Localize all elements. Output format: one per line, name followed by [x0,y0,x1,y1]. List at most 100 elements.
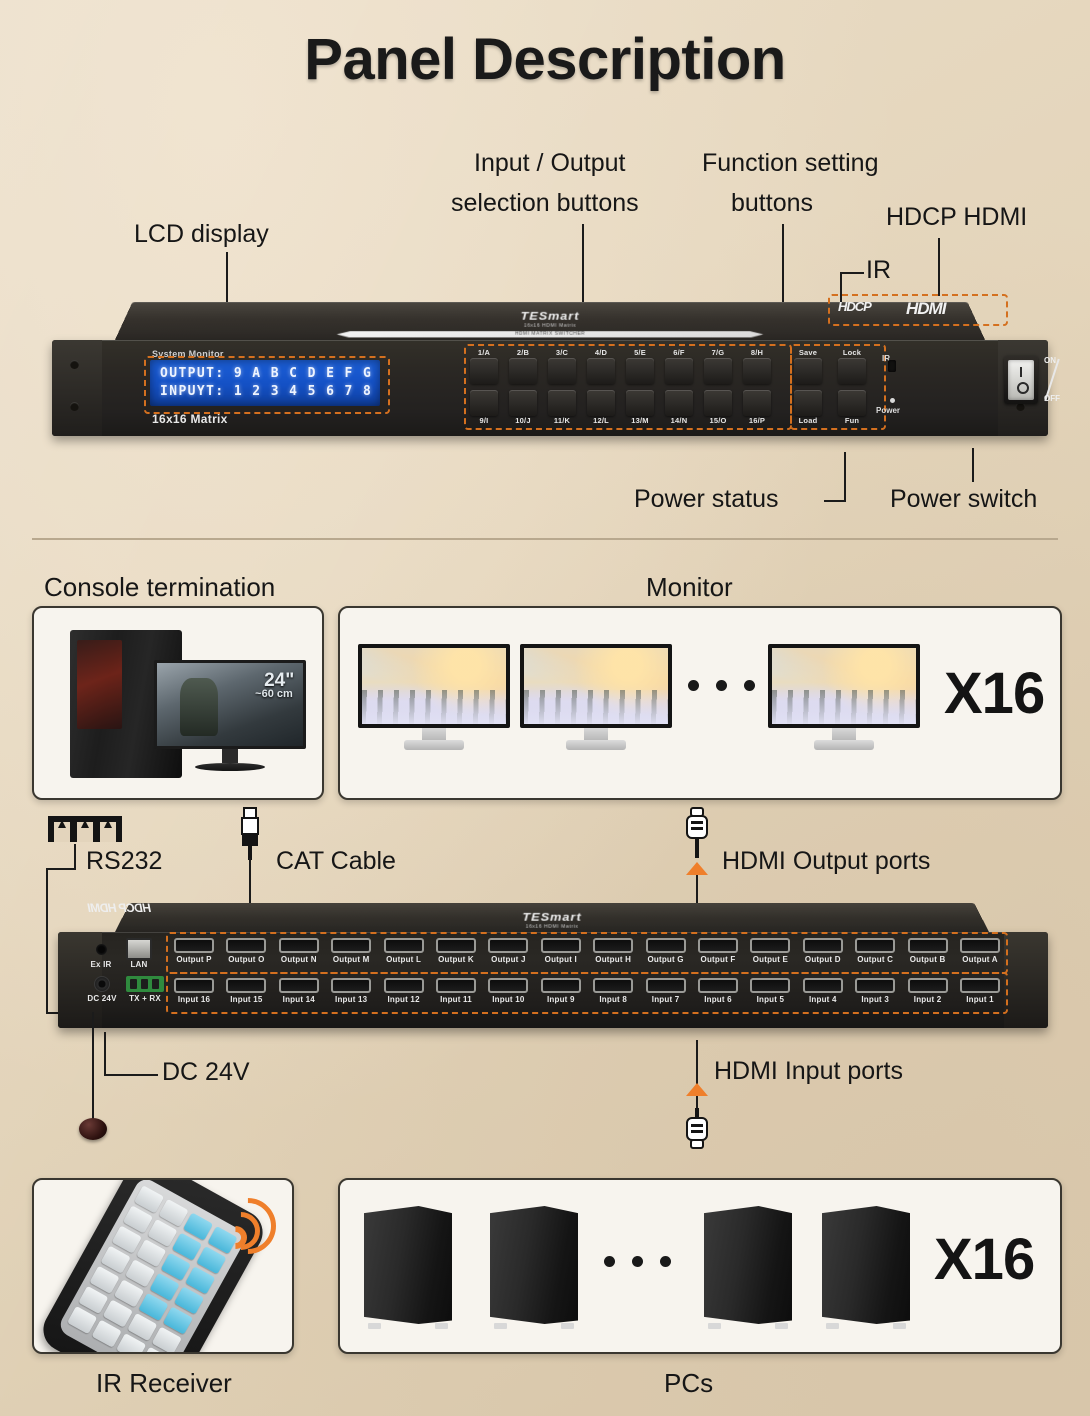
output-port-label-N: Output N [280,955,317,964]
output-port-I[interactable] [540,938,581,953]
input-port-label-8: Input 8 [599,995,627,1004]
input-port-9[interactable] [540,978,581,993]
output-port-P[interactable] [174,938,214,953]
monitor-ellipsis [688,680,755,691]
selection-button-10-J[interactable] [509,390,537,416]
input-port-6[interactable] [698,978,738,993]
output-port-label-H: Output H [595,955,632,964]
function-button-lock[interactable] [838,358,866,384]
selection-button-14-N[interactable] [665,390,693,416]
rack-ear-left [52,340,102,436]
input-port-label-5: Input 5 [756,995,785,1004]
brand-bar: HDMI MATRIX SWITCHER [336,331,764,337]
arrow-up-hdmi-input [686,1083,708,1096]
selection-button-6-F[interactable] [665,358,693,384]
gaming-monitor-image: 24" ~60 cm [154,660,306,774]
output-port-H[interactable] [593,938,634,953]
output-port-D[interactable] [802,938,843,953]
selection-button-2-B[interactable] [509,358,537,384]
selection-button-1-A[interactable] [470,358,498,384]
selection-button-13-M[interactable] [626,390,654,416]
serial-label: TX + RX [129,994,161,1003]
output-port-C[interactable] [855,938,896,953]
hdmi-connector-icon-output [686,807,708,858]
input-port-7[interactable] [645,978,686,993]
input-port-label-6: Input 6 [704,995,732,1004]
input-port-label-2: Input 2 [913,995,942,1004]
input-port-label-16: Input 16 [177,995,211,1004]
input-port-12[interactable] [383,978,424,993]
annotation-io-buttons-line1: Input / Output [474,149,626,177]
selection-button-label-bottom-1: 9/I [479,416,489,425]
output-port-L[interactable] [383,938,424,953]
input-port-5[interactable] [750,978,791,993]
rear-hdmi-logo: HDCP HDMI [88,901,152,915]
input-port-4[interactable] [802,978,843,993]
selection-button-pad: 1/A 2/B 3/C 4/D 5/E 6/F 7/G 8/H 9/I 10/J 11/K 12/L 1… [470,348,782,425]
input-port-14[interactable] [278,978,319,993]
output-port-E[interactable] [750,938,791,953]
input-port-11[interactable] [436,978,476,993]
output-port-label-I: Output I [544,955,577,964]
section-label-pcs: PCs [664,1368,714,1398]
input-port-3[interactable] [855,978,896,993]
annotation-io-buttons-line2: selection buttons [451,189,639,217]
output-port-B[interactable] [907,938,948,953]
selection-button-3-C[interactable] [548,358,576,384]
leader-power-status-h [824,500,846,502]
selection-button-12-L[interactable] [587,390,615,416]
leader-power-switch [972,448,974,482]
monitor-image-2 [520,644,672,760]
output-port-label-J: Output J [491,955,526,964]
output-port-J[interactable] [488,938,529,953]
ir-receiver-box [32,1178,294,1354]
input-port-15[interactable] [226,978,267,993]
selection-button-8-H[interactable] [743,358,771,384]
input-port-label-9: Input 9 [546,995,575,1004]
output-port-label-F: Output F [700,955,736,964]
annotation-function-buttons-line2: buttons [731,189,814,217]
output-port-F[interactable] [698,938,738,953]
selection-button-15-O[interactable] [704,390,732,416]
rear-brand-name: TESmart [522,910,582,924]
lcd-screen: OUTPUT: 9 A B C D E F G INPUYT: 1 2 3 4 … [150,360,380,406]
output-port-M[interactable] [331,938,372,953]
power-switch[interactable] [1004,356,1038,404]
selection-button-4-D[interactable] [587,358,615,384]
arrow-up-hdmi-output [686,862,708,875]
function-button-fun[interactable] [838,390,866,416]
output-port-label-B: Output B [909,955,946,964]
input-port-8[interactable] [593,978,634,993]
input-port-16[interactable] [174,978,214,993]
output-port-label-O: Output O [228,955,265,964]
input-port-10[interactable] [488,978,529,993]
hdmi-connector-icon-input [686,1108,708,1149]
output-port-G[interactable] [645,938,686,953]
pcs-ellipsis [604,1256,671,1267]
selection-button-7-G[interactable] [704,358,732,384]
output-port-label-M: Output M [332,955,370,964]
output-port-label-C: Output C [857,955,894,964]
function-button-load[interactable] [794,390,822,416]
output-port-K[interactable] [436,938,476,953]
monitor-count-label: X16 [944,661,1045,726]
hdcp-hdmi-logo: HDCP HDMI [832,298,1000,318]
annotation-lcd-display: LCD display [134,220,269,248]
selection-button-label-top-7: 7/G [711,348,725,357]
input-port-13[interactable] [331,978,372,993]
selection-button-5-E[interactable] [626,358,654,384]
input-port-label-12: Input 12 [387,995,420,1004]
selection-button-16-P[interactable] [743,390,771,416]
annotation-dc-24v: DC 24V [162,1058,250,1086]
selection-button-11-K[interactable] [548,390,576,416]
selection-button-9-I[interactable] [470,390,498,416]
selection-button-label-bottom-2: 10/J [515,416,531,425]
output-port-A[interactable] [960,938,1000,953]
input-port-2[interactable] [907,978,948,993]
input-port-1[interactable] [960,978,1000,993]
pc-tower-2 [490,1206,578,1329]
output-port-N[interactable] [278,938,319,953]
output-port-O[interactable] [226,938,267,953]
function-button-save[interactable] [794,358,822,384]
model-label: 16x16 Matrix [152,412,228,426]
